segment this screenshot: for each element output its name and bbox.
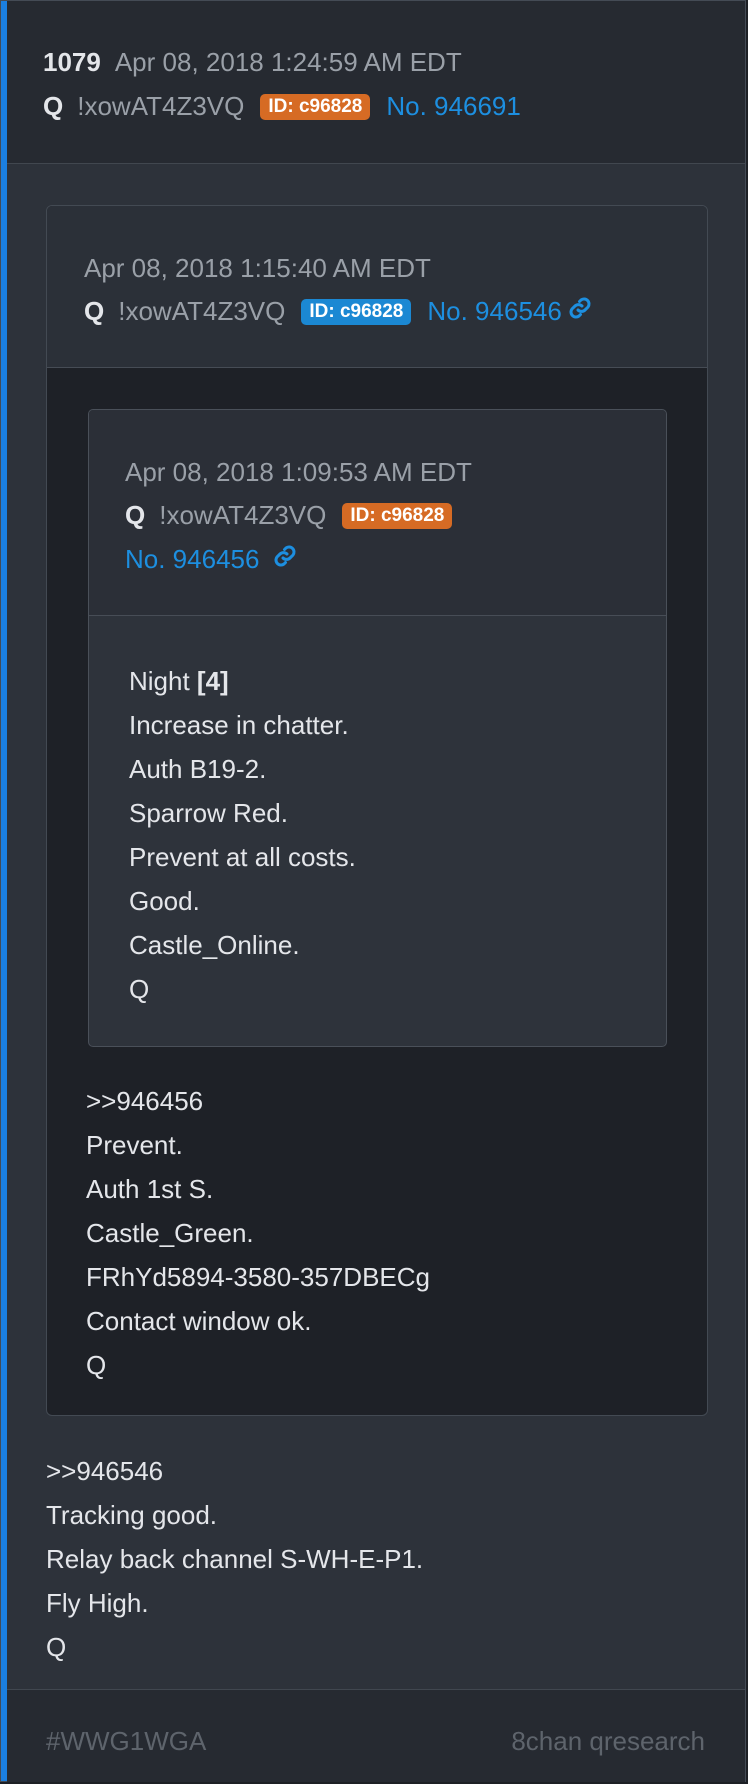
post-meta-line: 1079 Apr 08, 2018 1:24:59 AM EDT [43,47,462,78]
post-footer: #WWG1WGA 8chan qresearch [7,1689,745,1782]
tripcode: !xowAT4Z3VQ [159,500,327,530]
post-date: Apr 08, 2018 1:24:59 AM EDT [114,47,462,77]
body-line: Castle_Online. [129,930,300,960]
body-line[interactable]: >>946546 [46,1449,423,1493]
body-line: Castle_Green. [86,1218,254,1248]
nested-quoted-post: Apr 08, 2018 1:09:53 AM EDT Q !xowAT4Z3V… [88,409,667,1047]
nested-quoted-post-header: Apr 08, 2018 1:09:53 AM EDT Q !xowAT4Z3V… [89,410,666,616]
body-line: Tracking good. [46,1500,218,1530]
nested-post-number-line: No. 946456 [125,544,297,575]
post-number-link[interactable]: No. 946456 [125,544,259,574]
body-line: Sparrow Red. [129,798,288,828]
accent-bar [1,1,7,1781]
body-line: Q [46,1632,67,1662]
id-badge: ID: c96828 [301,298,412,325]
post-header: 1079 Apr 08, 2018 1:24:59 AM EDT Q !xowAT… [7,1,745,164]
source-label: 8chan qresearch [511,1726,705,1756]
nested-quoted-post-body: Night [4] Increase in chatter. Auth B19-… [129,659,356,1011]
body-line: Good. [129,886,200,916]
post-author-line: Q !xowAT4Z3VQ ID: c96828 No. 946691 [43,91,521,122]
body-line: Relay back channel S-WH-E-P1. [46,1544,424,1574]
body-line: Prevent at all costs. [129,842,356,872]
body-line: Prevent. [86,1130,183,1160]
quoted-post-body: >>946456 Prevent. Auth 1st S. Castle_Gre… [86,1079,430,1387]
id-badge: ID: c96828 [342,502,453,529]
quoted-post-header: Apr 08, 2018 1:15:40 AM EDT Q !xowAT4Z3V… [47,206,707,368]
id-badge: ID: c96828 [260,93,371,120]
author-name: Q [84,296,105,326]
body-line: Q [86,1350,107,1380]
body-line: Auth B19-2. [129,754,267,784]
hashtag: #WWG1WGA [46,1726,207,1756]
post-card: 1079 Apr 08, 2018 1:24:59 AM EDT Q !xowAT… [0,0,746,1782]
body-line: Fly High. [46,1588,149,1618]
quoted-post-author-line: Q !xowAT4Z3VQ ID: c96828 No. 946546 [84,296,592,327]
body-line: Auth 1st S. [86,1174,214,1204]
nested-quoted-post-date: Apr 08, 2018 1:09:53 AM EDT [125,457,472,487]
body-line: Contact window ok. [86,1306,312,1336]
body-line: Night [4] [129,666,229,696]
post-body: >>946546 Tracking good. Relay back chann… [46,1449,423,1669]
link-icon[interactable] [568,296,592,327]
body-line: FRhYd5894-3580-357DBECg [86,1262,430,1292]
post-number: 1079 [43,47,101,77]
post-number-link[interactable]: No. 946546 [427,296,561,327]
link-icon[interactable] [273,545,297,574]
quoted-post-date: Apr 08, 2018 1:15:40 AM EDT [84,253,431,283]
body-line: Q [129,974,150,1004]
body-line: Increase in chatter. [129,710,349,740]
author-name: Q [43,91,64,121]
author-name: Q [125,500,146,530]
body-line[interactable]: >>946456 [86,1079,430,1123]
nested-quoted-post-author-line: Q !xowAT4Z3VQ ID: c96828 [125,500,468,531]
quoted-post: Apr 08, 2018 1:15:40 AM EDT Q !xowAT4Z3V… [46,205,708,1416]
tripcode: !xowAT4Z3VQ [77,91,245,121]
post-number-link[interactable]: No. 946691 [386,91,520,122]
tripcode: !xowAT4Z3VQ [118,296,286,326]
